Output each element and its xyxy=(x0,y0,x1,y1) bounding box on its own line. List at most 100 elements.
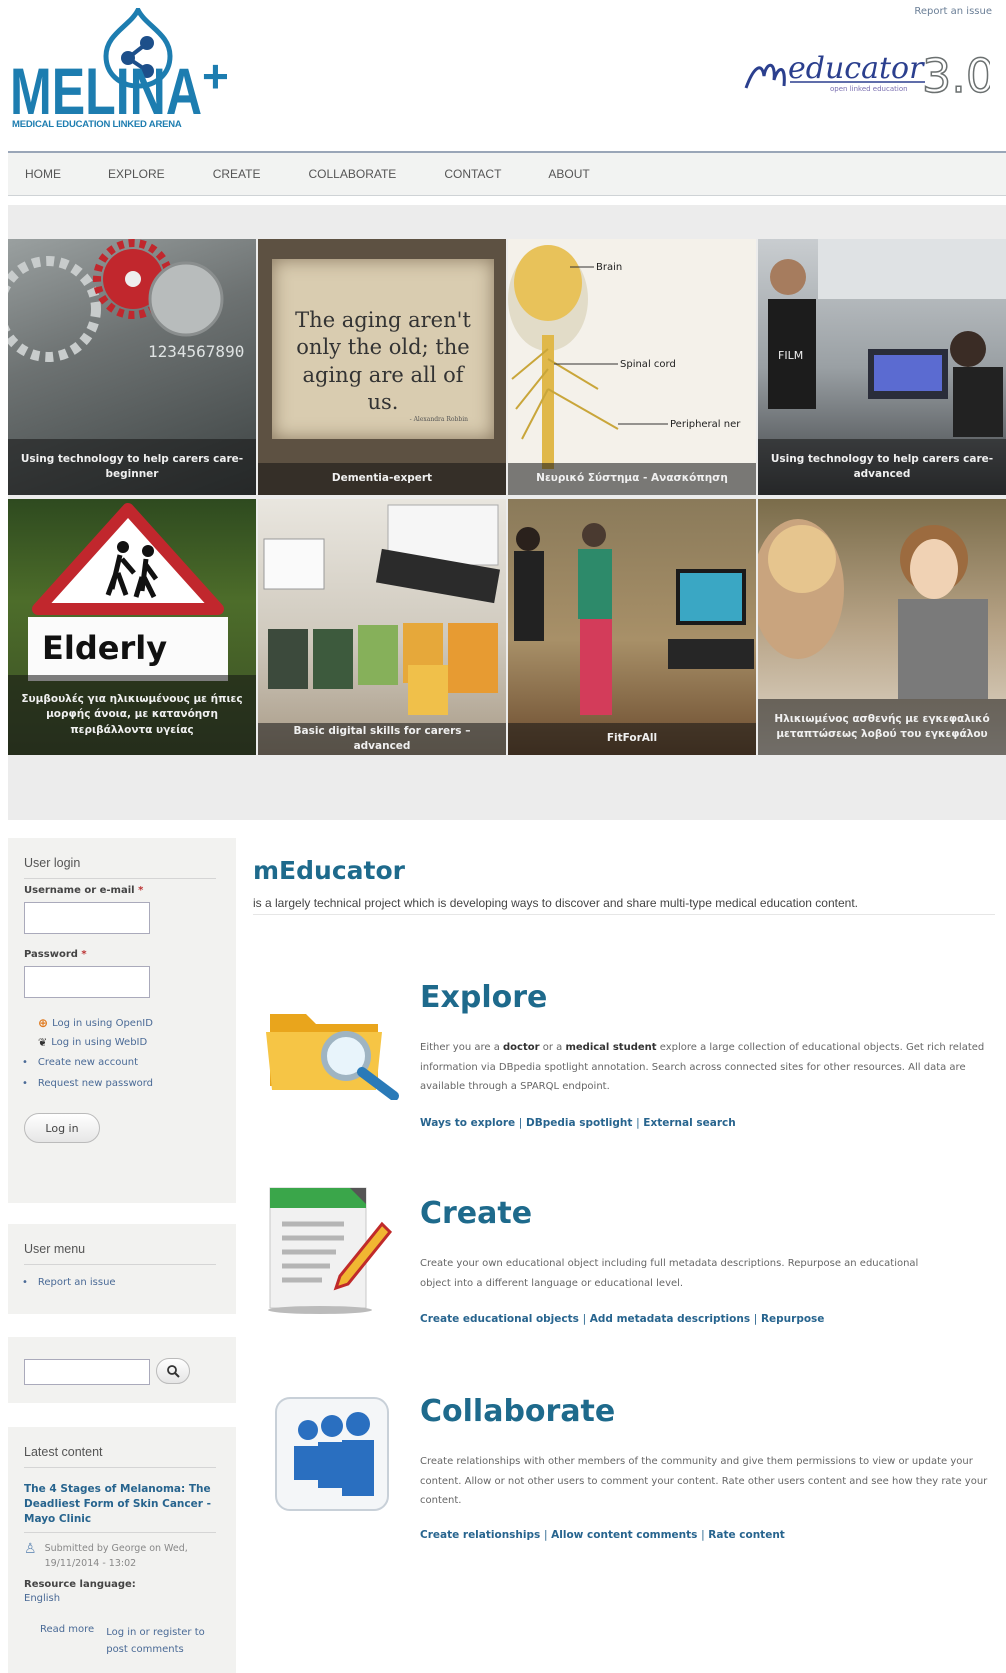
tile-caption: Dementia-expert xyxy=(258,463,506,495)
folder-search-icon xyxy=(266,996,402,1101)
elderly-sign-image: Elderly xyxy=(28,503,228,681)
create-educational-objects-link[interactable]: Create educational objects xyxy=(420,1313,579,1325)
gallery-tile[interactable]: The aging aren't only the old; the aging… xyxy=(258,239,506,495)
tile-caption: Συμβουλές για ηλικιωμένους με ήπιες μορφ… xyxy=(8,675,256,755)
svg-text:Peripheral ner: Peripheral ner xyxy=(670,419,741,430)
gallery-tile[interactable]: FILM Using technology to help carers car… xyxy=(758,239,1006,495)
gears-image: 1234567890 xyxy=(8,239,244,362)
rate-content-link[interactable]: Rate content xyxy=(708,1529,785,1541)
nav-home[interactable]: HOME xyxy=(25,167,61,181)
svg-text:open linked education: open linked education xyxy=(830,85,908,93)
melina-logo[interactable]: MELINA + MEDICAL EDUCATION LINKED ARENA xyxy=(10,4,250,136)
svg-text:3.0: 3.0 xyxy=(922,49,990,103)
report-issue-link[interactable]: Report an issue xyxy=(914,6,992,17)
search-input[interactable] xyxy=(24,1359,150,1385)
logo-subtitle: MEDICAL EDUCATION LINKED ARENA xyxy=(12,119,182,130)
user-login-block: User login Username or e-mail * Password… xyxy=(8,838,236,1203)
collaborate-heading[interactable]: Collaborate xyxy=(420,1394,615,1429)
gallery-tile[interactable]: FitForAll xyxy=(508,499,756,755)
page-title: mEducator xyxy=(253,856,405,885)
meducator-logo-graphic: educator open linked education 3.0 xyxy=(744,48,996,104)
classroom-image: FILM xyxy=(768,239,1006,437)
submitted-info: ♙ Submitted by George on Wed, 19/11/2014… xyxy=(24,1541,216,1571)
bullet-icon: • xyxy=(22,1057,28,1068)
document-edit-icon xyxy=(264,1180,394,1316)
create-links: Create educational objects | Add metadat… xyxy=(420,1313,825,1325)
svg-text:MELINA: MELINA xyxy=(10,56,202,120)
login-button[interactable]: Log in xyxy=(24,1113,100,1143)
repurpose-link[interactable]: Repurpose xyxy=(761,1313,824,1325)
nav-create[interactable]: CREATE xyxy=(213,167,261,181)
block-title: User menu xyxy=(24,1242,86,1256)
allow-comments-link[interactable]: Allow content comments xyxy=(551,1529,697,1541)
create-description: Create your own educational object inclu… xyxy=(420,1258,919,1289)
bullet-icon: • xyxy=(22,1277,28,1288)
gallery-tile[interactable]: 1234567890 Using technology to help care… xyxy=(8,239,256,495)
block-title: User login xyxy=(24,856,81,870)
svg-text:educator: educator xyxy=(788,51,925,86)
latest-content-title-link[interactable]: The 4 Stages of Melanoma: The Deadliest … xyxy=(24,1482,216,1528)
nav-explore[interactable]: EXPLORE xyxy=(108,167,165,181)
quote-text: The aging aren't only the old; the aging… xyxy=(295,308,471,414)
user-menu-block: User menu • Report an issue xyxy=(8,1224,236,1314)
nav-collaborate[interactable]: COLLABORATE xyxy=(309,167,397,181)
report-issue-menu-link[interactable]: • Report an issue xyxy=(22,1277,236,1288)
care-discussion-image xyxy=(758,519,988,699)
quote-plaque: The aging aren't only the old; the aging… xyxy=(272,259,494,439)
password-field[interactable] xyxy=(24,966,150,998)
user-icon: ♙ xyxy=(24,1540,37,1557)
nav-divider xyxy=(8,195,1006,196)
gallery-tile[interactable]: Elderly Συμβουλές για ηλικιωμένους με ήπ… xyxy=(8,499,256,755)
block-divider xyxy=(24,878,216,879)
username-label: Username or e-mail * xyxy=(24,885,144,896)
svg-text:+: + xyxy=(202,56,229,102)
gallery-tile[interactable]: Ηλικιωμένος ασθενής με εγκεφαλικό μεταπτ… xyxy=(758,499,1006,755)
main-nav: HOME EXPLORE CREATE COLLABORATE CONTACT … xyxy=(8,153,1006,195)
melina-wordmark: MELINA + xyxy=(10,56,229,120)
ways-to-explore-link[interactable]: Ways to explore xyxy=(420,1117,515,1129)
intro-divider xyxy=(253,914,995,915)
create-relationships-link[interactable]: Create relationships xyxy=(420,1529,540,1541)
tile-caption: Νευρικό Σύστημα - Ανασκόπηση xyxy=(508,463,756,495)
tile-caption: Using technology to help carers care-beg… xyxy=(8,439,256,495)
bullet-icon: • xyxy=(22,1078,28,1089)
read-more-link[interactable]: Read more xyxy=(40,1624,94,1658)
fitness-image xyxy=(514,523,754,715)
block-divider xyxy=(24,1531,216,1533)
gallery-tile[interactable]: Basic digital skills for carers – advanc… xyxy=(258,499,506,755)
gallery-tile[interactable]: Brain Spinal cord Peripheral ner Νευρικό… xyxy=(508,239,756,495)
svg-text:Brain: Brain xyxy=(596,262,622,273)
openid-link[interactable]: ⊕ Log in using OpenID xyxy=(38,1016,236,1030)
resource-language-value: English xyxy=(24,1593,61,1605)
webid-link[interactable]: ❦ Log in using WebID xyxy=(38,1036,236,1049)
meducator-logo[interactable]: educator open linked education 3.0 xyxy=(740,36,996,106)
nervous-system-image: Brain Spinal cord Peripheral ner xyxy=(508,245,741,469)
external-search-link[interactable]: External search xyxy=(643,1117,735,1129)
block-title: Latest content xyxy=(24,1445,103,1459)
login-register-link[interactable]: Log in or register to post comments xyxy=(106,1624,206,1658)
username-field[interactable] xyxy=(24,902,150,934)
collaborate-description: Create relationships with other members … xyxy=(420,1456,988,1506)
search-icon xyxy=(167,1365,180,1378)
explore-links: Ways to explore | DBpedia spotlight | Ex… xyxy=(420,1117,736,1129)
svg-text:Elderly: Elderly xyxy=(42,629,167,667)
create-account-link[interactable]: • Create new account xyxy=(22,1057,236,1068)
quote-credit: - Alexandra Robbin xyxy=(409,416,468,424)
request-password-link[interactable]: • Request new password xyxy=(22,1078,236,1089)
desk-image xyxy=(263,504,501,715)
tile-caption: Using technology to help carers care-adv… xyxy=(758,439,1006,495)
nav-contact[interactable]: CONTACT xyxy=(444,167,501,181)
add-metadata-link[interactable]: Add metadata descriptions xyxy=(590,1313,750,1325)
create-heading[interactable]: Create xyxy=(420,1196,532,1231)
block-divider xyxy=(24,1467,216,1468)
resource-language-label: Resource language: xyxy=(24,1579,136,1591)
search-block xyxy=(8,1337,236,1403)
explore-heading[interactable]: Explore xyxy=(420,980,547,1015)
dbpedia-spotlight-link[interactable]: DBpedia spotlight xyxy=(526,1117,632,1129)
search-button[interactable] xyxy=(156,1358,190,1384)
latest-content-block: Latest content The 4 Stages of Melanoma:… xyxy=(8,1427,236,1673)
block-divider xyxy=(24,1264,216,1265)
intro-text: is a largely technical project which is … xyxy=(253,896,858,910)
people-icon xyxy=(274,1396,390,1514)
nav-about[interactable]: ABOUT xyxy=(548,167,589,181)
